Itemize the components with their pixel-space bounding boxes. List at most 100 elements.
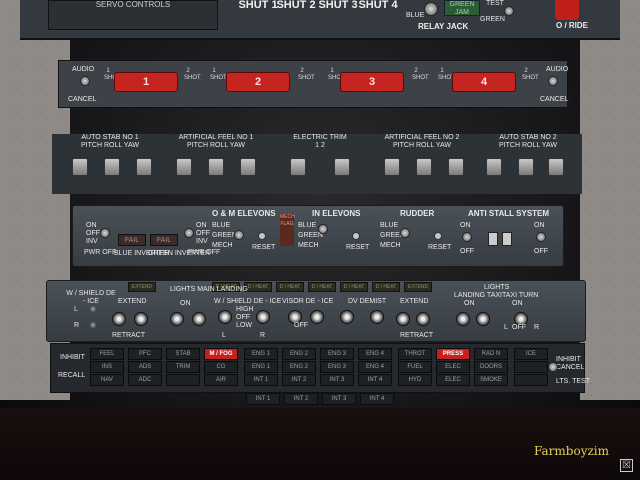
warning-light: ICE [514,348,548,360]
inverter-inv-label: INV [86,238,98,245]
green-inverter-toggle[interactable] [184,228,194,238]
test-label: TEST [486,0,504,7]
wshield-low-label: LOW [236,322,252,329]
landing-taxi-switch-4[interactable] [476,312,490,326]
landing-taxi-switch-2[interactable] [416,312,430,326]
relay-toggle[interactable] [424,2,438,16]
group-artificial-feel-2: ARTIFICIAL FEEL NO 2 PITCH ROLL YAW [384,134,460,149]
anti-stall-button-1[interactable] [488,232,498,246]
electric-trim-1-switch[interactable] [290,158,306,176]
group-artificial-feel-1: ARTIFICIAL FEEL NO 1 PITCH ROLL YAW [178,134,254,149]
in-elevons-selector[interactable] [318,224,328,234]
recall-label: RECALL [58,372,86,379]
warning-light: M / FOG [204,348,238,360]
warning-light: NAV [90,374,124,386]
anti-stall-toggle-left[interactable] [462,232,472,242]
deice-l-knob[interactable] [90,306,96,312]
audio-label-left: AUDIO [72,66,95,73]
feel-1-roll-switch[interactable] [208,158,224,176]
int-1-light-bottom: INT 1 [246,393,280,405]
feel-1-yaw-switch[interactable] [240,158,256,176]
anti-stall-toggle-right[interactable] [536,232,546,242]
audio-cancel-toggle-right[interactable] [548,76,558,86]
warning-light: SMOKE [474,374,508,386]
warning-light: ENG 2 [282,348,316,360]
fire-handle-4[interactable]: 4 [452,72,516,92]
feel-2-yaw-switch[interactable] [448,158,464,176]
electric-trim-2-switch[interactable] [334,158,350,176]
dv-demist-switch-2[interactable] [370,310,384,324]
warning-light: ENG 3 [320,348,354,360]
extend-annunciator-right: EXTEND [404,282,432,292]
feel-2-pitch-switch[interactable] [384,158,400,176]
warning-light: INT 2 [282,374,316,386]
main-landing-switch-1[interactable] [112,312,126,326]
warning-light: THROT [398,348,432,360]
taxi-turn-on-label: ON [512,300,523,307]
main-landing-lights-label: LIGHTS MAIN LANDING [170,286,248,293]
oride-label: O / RIDE [556,21,589,30]
om-elevons-selector[interactable] [234,230,244,240]
wshield-r-switch[interactable] [256,310,270,324]
auto-stab-1-yaw-switch[interactable] [136,158,152,176]
extend-annunciator-left: EXTEND [128,282,156,292]
fire-handle-2[interactable]: 2 [226,72,290,92]
in-elevons-reset-button[interactable] [352,232,360,240]
warning-light: ENG 2 [282,361,316,373]
inverter2-inv-label: INV [196,238,208,245]
landing-taxi-switch-1[interactable] [396,312,410,326]
blue-inverter-toggle[interactable] [100,228,110,238]
stall-off-right-label: OFF [534,248,548,255]
deice-r-knob[interactable] [90,322,96,328]
main-landing-switch-2[interactable] [134,312,148,326]
rudder-selector[interactable] [400,228,410,238]
auto-stab-1-roll-switch[interactable] [104,158,120,176]
warning-light: TRIM [166,361,200,373]
feel-2-roll-switch[interactable] [416,158,432,176]
main-landing-switch-3[interactable] [170,312,184,326]
auto-stab-2-roll-switch[interactable] [518,158,534,176]
wshield-l-switch[interactable] [218,310,232,324]
fire-handle-1[interactable]: 1 [114,72,178,92]
dv-demist-switch-1[interactable] [340,310,354,324]
taxi-turn-off-label: OFF [512,324,526,331]
anti-stall-button-2[interactable] [502,232,512,246]
warning-light: ADS [128,361,162,373]
blue-inverter-fail-light: FAIL [118,234,146,246]
deice-r-label: R [74,322,80,329]
green-label: GREEN [480,16,505,23]
stall-on-left-label: ON [460,222,471,229]
visor-off-label: OFF [294,322,308,329]
close-icon[interactable]: ☒ [620,459,633,472]
warn-test-toggle[interactable] [548,362,558,372]
override-knob[interactable] [555,0,579,20]
rudder-reset-button[interactable] [434,232,442,240]
shot-2-label-d: 2 SHOT [522,68,539,81]
warning-light: DOORS [474,361,508,373]
shot-1-label-a: 1 SHOT [104,68,121,81]
shut-4-label: SHUT 4 [358,0,398,11]
rudder-mech-label: MECH [380,242,401,249]
landing-taxi-switch-3[interactable] [456,312,470,326]
test-toggle[interactable] [504,6,514,16]
cancel-label-right: CANCEL [540,96,569,103]
feel-1-pitch-switch[interactable] [176,158,192,176]
inhibit-label-left: INHIBIT [60,354,85,361]
main-landing-on-label: ON [180,300,191,307]
green-jam-button[interactable]: GREEN JAM [444,0,480,16]
inverter-off-label: OFF [86,230,100,237]
om-blue-label: BLUE [212,222,231,229]
warning-light: PFC [128,348,162,360]
main-landing-switch-4[interactable] [192,312,206,326]
fire-handle-3[interactable]: 3 [340,72,404,92]
visor-deice-switch-2[interactable] [310,310,324,324]
main-landing-retract-label: RETRACT [112,332,146,339]
auto-stab-1-pitch-switch[interactable] [72,158,88,176]
inhibit-label-right: INHIBIT [556,356,581,363]
om-elevons-reset-button[interactable] [258,232,266,240]
om-reset-label: RESET [252,244,276,251]
auto-stab-2-pitch-switch[interactable] [486,158,502,176]
audio-cancel-toggle-left[interactable] [80,76,90,86]
auto-stab-2-yaw-switch[interactable] [548,158,564,176]
landing-taxi-retract-label: RETRACT [400,332,434,339]
